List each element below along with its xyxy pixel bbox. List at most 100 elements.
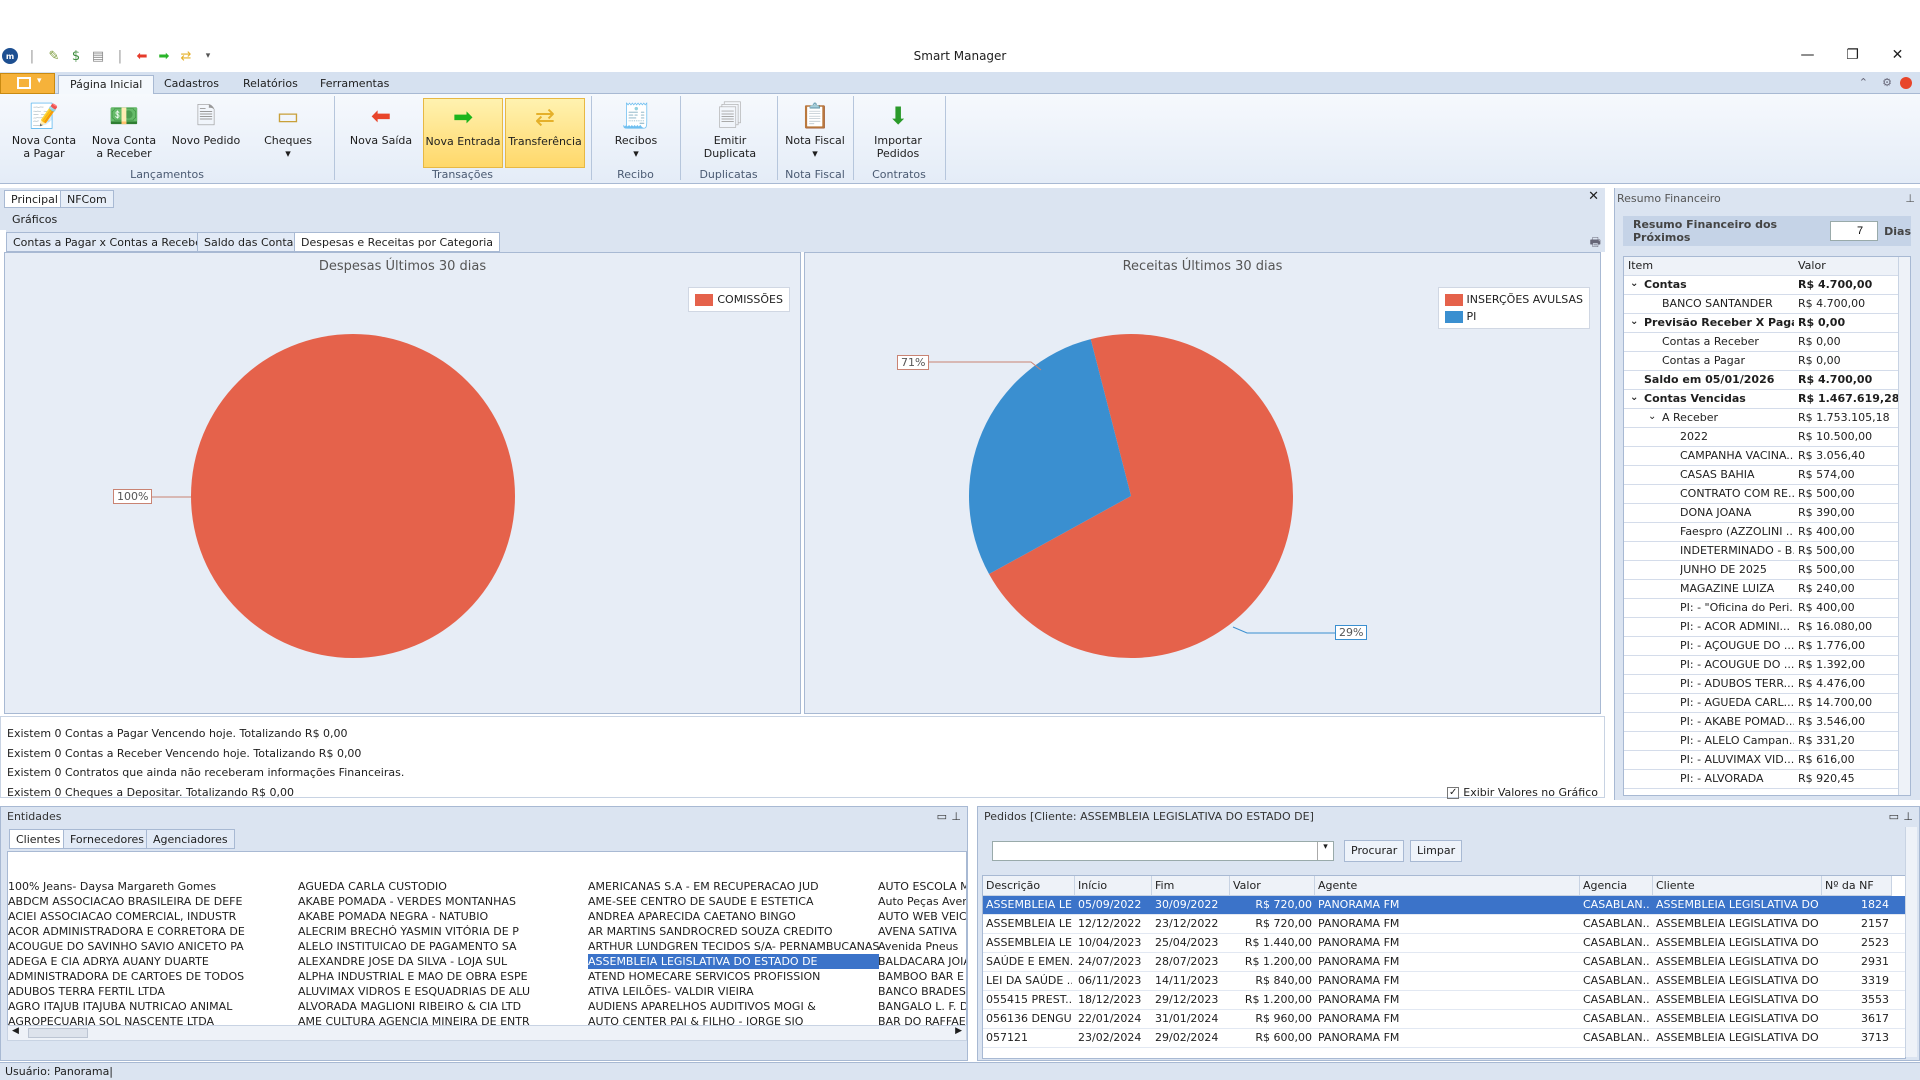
list-item[interactable]: ACIEI ASSOCIACAO COMERCIAL, INDUSTR: [8, 909, 245, 924]
tree-row[interactable]: PI: - AGUEDA CARL... R$ 14.700,00: [1624, 694, 1902, 713]
tab-agenciadores[interactable]: Agenciadores: [146, 829, 235, 849]
list-item[interactable]: Auto Peças Avenida: [878, 894, 966, 909]
minimize-icon[interactable]: —: [1785, 40, 1830, 70]
chevron-down-icon[interactable]: ▾: [1317, 842, 1333, 860]
tree-row[interactable]: CASAS BAHIA R$ 574,00: [1624, 466, 1902, 485]
close-tab-icon[interactable]: ✕: [1588, 189, 1599, 204]
transferencia-button[interactable]: ⇄ Transferência: [505, 98, 585, 168]
scroll-thumb[interactable]: [28, 1028, 88, 1038]
list-item[interactable]: ALECRIM BRECHÓ YASMIN VITÓRIA DE P: [298, 924, 530, 939]
cheques-button[interactable]: ▭ Cheques ▾: [254, 98, 322, 168]
exibir-valores-checkbox[interactable]: ✓ Exibir Valores no Gráfico: [1447, 783, 1598, 803]
list-item[interactable]: BAMBOO BAR E RE: [878, 969, 966, 984]
tab-pagar-receber[interactable]: Contas a Pagar x Contas a Receber: [6, 232, 214, 252]
table-row[interactable]: 055415 PREST... 18/12/2023 29/12/2023 R$ 1.…: [983, 991, 1905, 1010]
expand-icon[interactable]: ⌄: [1630, 392, 1638, 403]
list-item[interactable]: ASSEMBLEIA LEGISLATIVA DO ESTADO DE: [588, 954, 880, 969]
days-spinner[interactable]: [1830, 221, 1879, 241]
grid-scrollbar[interactable]: [1905, 827, 1917, 1057]
tree-row[interactable]: PI: - AKABE POMAD... R$ 3.546,00: [1624, 713, 1902, 732]
restore-icon[interactable]: ❐: [1830, 40, 1875, 70]
tree-row[interactable]: PI: - AÇOUGUE DO ... R$ 1.776,00: [1624, 637, 1902, 656]
tree-row[interactable]: ⌄ A Receber R$ 1.753.105,18: [1624, 409, 1902, 428]
table-row[interactable]: LEI DA SAÚDE ... 06/11/2023 14/11/2023 R$ 8…: [983, 972, 1905, 991]
table-row[interactable]: 056136 DENGU... 22/01/2024 31/01/2024 R$ 96…: [983, 1010, 1905, 1029]
tree-row[interactable]: Saldo em 05/01/2026 R$ 4.700,00: [1624, 371, 1902, 390]
list-item[interactable]: ABDCM ASSOCIACAO BRASILEIRA DE DEFE: [8, 894, 245, 909]
pin-icon[interactable]: ⊥: [1905, 192, 1915, 205]
scroll-left-icon[interactable]: ◀: [12, 1026, 19, 1036]
ribbon-tab-pagina-inicial[interactable]: Página Inicial: [58, 75, 155, 94]
list-item[interactable]: Avenida Pneus: [878, 939, 966, 954]
table-row[interactable]: ASSEMBLEIA LE... 05/09/2022 30/09/2022 R$ 7…: [983, 896, 1905, 915]
close-icon[interactable]: ✕: [1875, 40, 1920, 70]
tab-despesas-receitas[interactable]: Despesas e Receitas por Categoria: [294, 232, 501, 252]
list-item[interactable]: AGUEDA CARLA CUSTODIO: [298, 879, 530, 894]
novo-pedido-button[interactable]: 🗎 Novo Pedido: [170, 98, 242, 168]
list-item[interactable]: ALEXANDRE JOSE DA SILVA - LOJA SUL: [298, 954, 530, 969]
list-item[interactable]: ACOUGUE DO SAVINHO SAVIO ANICETO PA: [8, 939, 245, 954]
ribbon-tab-cadastros[interactable]: Cadastros: [153, 75, 230, 94]
tree-row[interactable]: MAGAZINE LUIZA R$ 240,00: [1624, 580, 1902, 599]
limpar-button[interactable]: Limpar: [1410, 840, 1463, 862]
list-item[interactable]: ALVORADA MAGLIONI RIBEIRO & CIA LTD: [298, 999, 530, 1014]
tree-row[interactable]: Contas a Receber R$ 0,00: [1624, 333, 1902, 352]
tab-clientes[interactable]: Clientes: [9, 829, 68, 849]
list-item[interactable]: BALDACARA JOIAS: [878, 954, 966, 969]
tree-row[interactable]: ⌄ Previsão Receber X Pagar R$ 0,00: [1624, 314, 1902, 333]
list-item[interactable]: ATEND HOMECARE SERVICOS PROFISSION: [588, 969, 879, 984]
list-item[interactable]: ANDREA APARECIDA CAETANO BINGO: [588, 909, 879, 924]
maximize-icon[interactable]: ▭: [937, 810, 947, 823]
list-item[interactable]: AUTO WEB VEICULOS: [878, 909, 966, 924]
nova-conta-receber-button[interactable]: 💵 Nova Conta a Receber: [88, 98, 160, 168]
tree-row[interactable]: ⌄ Contas Vencidas R$ 1.467.619,28: [1624, 390, 1902, 409]
list-item[interactable]: AME-SEE CENTRO DE SAUDE E ESTETICA: [588, 894, 879, 909]
table-row[interactable]: ASSEMBLEIA LE... 12/12/2022 23/12/2022 R$ 7…: [983, 915, 1905, 934]
tree-row[interactable]: BANCO SANTANDER R$ 4.700,00: [1624, 295, 1902, 314]
column-header[interactable]: Nº da NF: [1822, 876, 1892, 896]
table-row[interactable]: SAÚDE E EMEN... 24/07/2023 28/07/2023 R$ 1.…: [983, 953, 1905, 972]
tree-row[interactable]: DONA JOANA R$ 390,00: [1624, 504, 1902, 523]
tree-row[interactable]: CONTRATO COM RE... R$ 500,00: [1624, 485, 1902, 504]
file-menu-button[interactable]: ▾: [0, 73, 55, 94]
list-item[interactable]: AUDIENS APARELHOS AUDITIVOS MOGI &: [588, 999, 879, 1014]
expand-icon[interactable]: ⌄: [1630, 316, 1638, 327]
list-item[interactable]: ACOR ADMINISTRADORA E CORRETORA DE: [8, 924, 245, 939]
print-icon[interactable]: 🖶: [1590, 233, 1601, 254]
ribbon-tab-ferramentas[interactable]: Ferramentas: [309, 75, 400, 94]
list-item[interactable]: AGRO ITAJUB ITAJUBA NUTRICAO ANIMAL: [8, 999, 245, 1014]
nova-saida-button[interactable]: ⬅ Nova Saída: [346, 98, 416, 168]
emitir-duplicata-button[interactable]: 🗐 Emitir Duplicata: [690, 98, 770, 168]
pedidos-search-input[interactable]: ▾: [992, 841, 1334, 861]
list-item[interactable]: ADMINISTRADORA DE CARTOES DE TODOS: [8, 969, 245, 984]
recibos-button[interactable]: 🧾 Recibos ▾: [604, 98, 668, 168]
tree-row[interactable]: CAMPANHA VACINA... R$ 3.056,40: [1624, 447, 1902, 466]
tab-nfcom[interactable]: NFCom: [60, 190, 114, 208]
list-item[interactable]: AUTO ESCOLA MG: [878, 879, 966, 894]
pin-icon[interactable]: ⊥: [1903, 810, 1913, 823]
tree-row[interactable]: Contas a Pagar R$ 0,00: [1624, 352, 1902, 371]
tree-row[interactable]: 2022 R$ 10.500,00: [1624, 428, 1902, 447]
column-header[interactable]: Cliente: [1653, 876, 1822, 896]
table-row[interactable]: 057121 23/02/2024 29/02/2024 R$ 600,00 PANOR…: [983, 1029, 1905, 1048]
list-item[interactable]: ATIVA LEILÕES- VALDIR VIEIRA: [588, 984, 879, 999]
tab-principal[interactable]: Principal: [4, 190, 65, 208]
tree-scrollbar[interactable]: [1898, 257, 1910, 795]
tree-row[interactable]: Faespro (AZZOLINI ... R$ 400,00: [1624, 523, 1902, 542]
tree-row[interactable]: ⌄ Contas R$ 4.700,00: [1624, 276, 1902, 295]
tree-row[interactable]: PI: - ACOUGUE DO ... R$ 1.392,00: [1624, 656, 1902, 675]
column-header[interactable]: Valor: [1230, 876, 1315, 896]
ribbon-tab-relatorios[interactable]: Relatórios: [232, 75, 309, 94]
nova-entrada-button[interactable]: ➡ Nova Entrada: [423, 98, 503, 168]
list-item[interactable]: AVENA SATIVA: [878, 924, 966, 939]
settings-icon[interactable]: ⚙: [1882, 76, 1892, 89]
tab-saldo-contas[interactable]: Saldo das Contas: [197, 232, 307, 252]
list-item[interactable]: AKABE POMADA NEGRA - NATUBIO: [298, 909, 530, 924]
list-item[interactable]: AKABE POMADA - VERDES MONTANHAS: [298, 894, 530, 909]
list-item[interactable]: ARTHUR LUNDGREN TECIDOS S/A- PERNAMBUCAN…: [588, 939, 879, 954]
horizontal-scrollbar[interactable]: ◀ ▶: [7, 1025, 967, 1041]
expand-icon[interactable]: ⌄: [1648, 411, 1656, 422]
list-item[interactable]: 100% Jeans- Daysa Margareth Gomes: [8, 879, 245, 894]
list-item[interactable]: BANCO BRADESCO: [878, 984, 966, 999]
tree-row[interactable]: PI: - ADUBOS TERR... R$ 4.476,00: [1624, 675, 1902, 694]
